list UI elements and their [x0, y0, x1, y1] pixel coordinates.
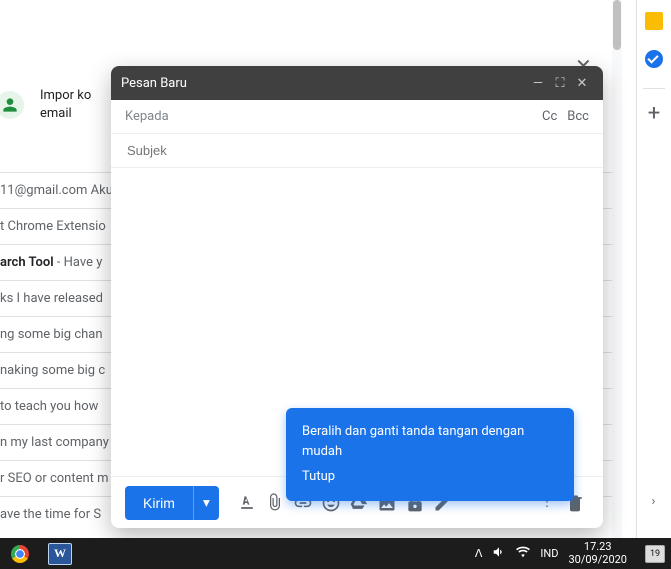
promo-line1: Impor ko [40, 87, 91, 105]
subject-input[interactable] [125, 142, 589, 159]
attach-icon[interactable] [261, 489, 289, 517]
scrollbar-thumb[interactable] [613, 0, 621, 50]
tip-text: Beralih dan ganti tanda tangan dengan mu… [302, 422, 558, 461]
minimize-button[interactable]: — [527, 66, 549, 100]
vertical-scrollbar[interactable] [612, 0, 622, 538]
windows-taskbar: W ᐱ IND 17.23 30/09/2020 19 [0, 538, 671, 569]
input-language[interactable]: IND [540, 547, 558, 560]
cc-toggle[interactable]: Cc [542, 109, 557, 124]
word-taskbar-icon[interactable]: W [40, 538, 80, 569]
chrome-taskbar-icon[interactable] [0, 538, 40, 569]
promo-text: Impor ko email [40, 87, 91, 123]
contacts-icon [0, 91, 24, 119]
bcc-toggle[interactable]: Bcc [567, 109, 589, 124]
compose-titlebar[interactable]: Pesan Baru — ⛶ ✕ [111, 66, 603, 100]
signature-tip: Beralih dan ganti tanda tangan dengan mu… [286, 408, 574, 501]
tray-overflow-icon[interactable]: ᐱ [475, 547, 483, 560]
side-panel: + [636, 0, 671, 540]
fullscreen-button[interactable]: ⛶ [549, 66, 571, 100]
import-contacts-promo[interactable]: Impor ko email [0, 87, 91, 123]
wifi-icon[interactable] [516, 545, 530, 562]
to-label: Kepada [125, 109, 169, 124]
tasks-icon[interactable] [645, 50, 663, 68]
promo-line2: email [40, 105, 91, 123]
expand-panel-icon[interactable]: › [636, 494, 671, 509]
volume-icon[interactable] [492, 545, 506, 562]
keep-icon[interactable] [645, 12, 663, 30]
recipients-field[interactable]: Kepada Cc Bcc [111, 100, 603, 134]
taskbar-clock[interactable]: 17.23 30/09/2020 [568, 541, 627, 566]
clock-date: 30/09/2020 [568, 554, 627, 567]
clock-time: 17.23 [584, 541, 612, 554]
formatting-icon[interactable] [233, 489, 261, 517]
system-tray: ᐱ IND 17.23 30/09/2020 19 [475, 541, 671, 566]
tip-tail [418, 470, 434, 480]
subject-field[interactable] [111, 134, 603, 168]
send-button[interactable]: Kirim [125, 486, 193, 520]
send-options-button[interactable]: ▾ [193, 486, 219, 520]
action-center-icon[interactable]: 19 [645, 545, 665, 563]
compose-title: Pesan Baru [121, 76, 187, 91]
add-addon-button[interactable]: + [637, 103, 671, 125]
send-group: Kirim ▾ [125, 486, 219, 520]
close-button[interactable]: ✕ [571, 66, 593, 100]
